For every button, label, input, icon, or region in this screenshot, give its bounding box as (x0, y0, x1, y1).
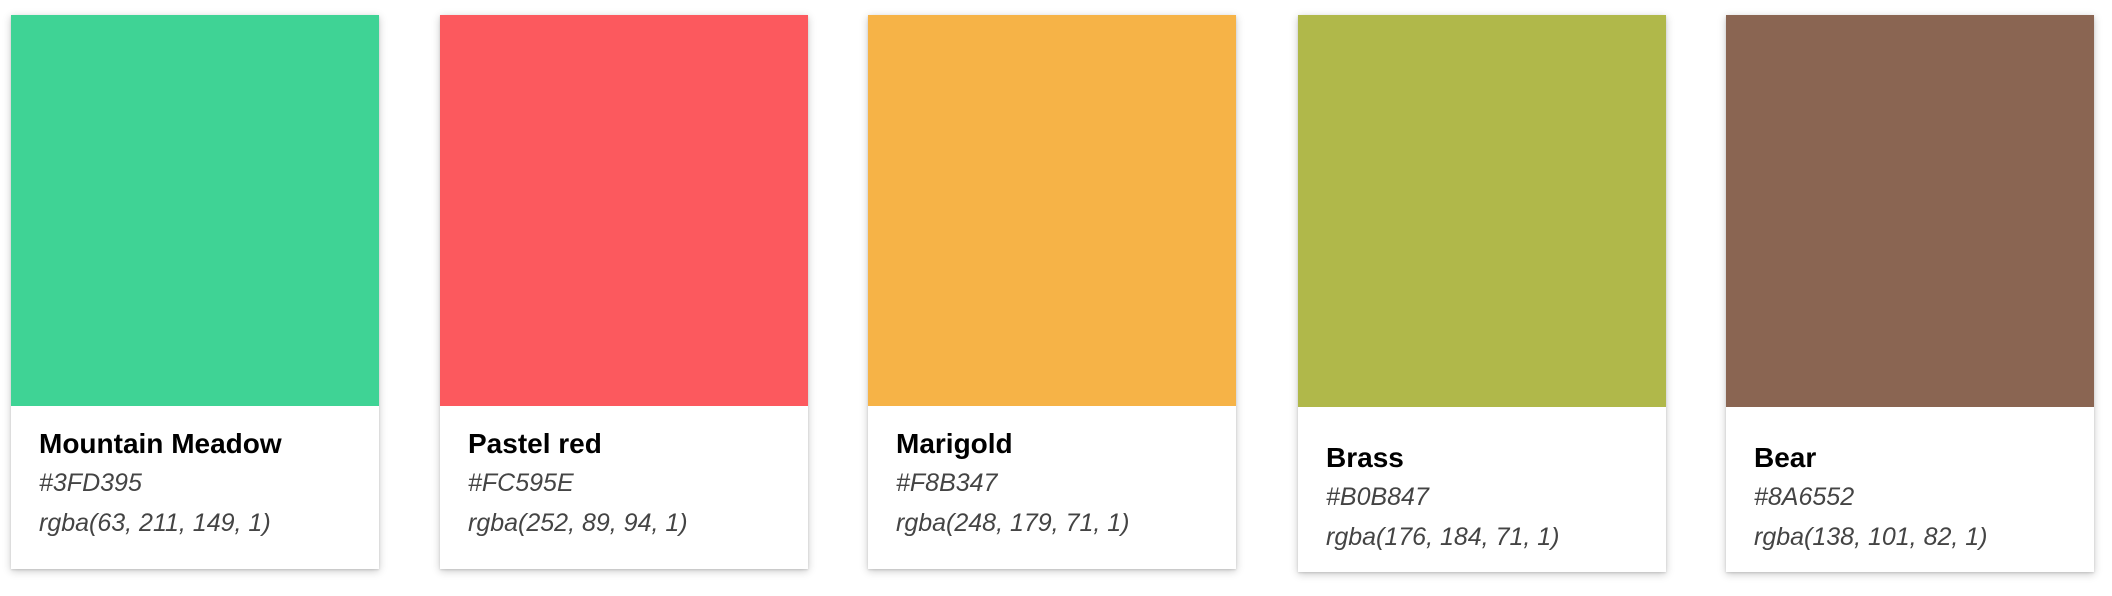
color-hex: #F8B347 (896, 469, 998, 497)
color-rgba: rgba(138, 101, 82, 1) (1754, 523, 1988, 551)
color-info: Mountain Meadow #3FD395 rgba(63, 211, 14… (39, 427, 359, 539)
color-swatch (11, 15, 379, 406)
color-info: Pastel red #FC595E rgba(252, 89, 94, 1) (468, 427, 788, 539)
color-swatch (868, 15, 1236, 406)
color-card-mountain-meadow: Mountain Meadow #3FD395 rgba(63, 211, 14… (11, 15, 379, 569)
color-hex: #8A6552 (1754, 483, 1855, 511)
color-rgba: rgba(176, 184, 71, 1) (1326, 523, 1560, 551)
color-swatch (1298, 15, 1666, 407)
color-hex: #FC595E (468, 469, 574, 497)
color-swatch (440, 15, 808, 406)
color-info: Brass #B0B847 rgba(176, 184, 71, 1) (1326, 441, 1646, 553)
color-hex: #B0B847 (1326, 483, 1429, 511)
color-name: Mountain Meadow (39, 428, 282, 459)
color-card-brass: Brass #B0B847 rgba(176, 184, 71, 1) (1298, 15, 1666, 572)
color-name: Brass (1326, 442, 1404, 473)
color-rgba: rgba(63, 211, 149, 1) (39, 509, 271, 537)
color-name: Bear (1754, 442, 1817, 473)
color-name: Pastel red (468, 428, 602, 459)
color-rgba: rgba(248, 179, 71, 1) (896, 509, 1130, 537)
color-rgba: rgba(252, 89, 94, 1) (468, 509, 688, 537)
color-info: Bear #8A6552 rgba(138, 101, 82, 1) (1754, 441, 2074, 553)
color-name: Marigold (896, 428, 1013, 459)
color-swatch (1726, 15, 2094, 407)
color-card-marigold: Marigold #F8B347 rgba(248, 179, 71, 1) (868, 15, 1236, 569)
color-card-pastel-red: Pastel red #FC595E rgba(252, 89, 94, 1) (440, 15, 808, 569)
color-card-bear: Bear #8A6552 rgba(138, 101, 82, 1) (1726, 15, 2094, 572)
color-info: Marigold #F8B347 rgba(248, 179, 71, 1) (896, 427, 1216, 539)
color-hex: #3FD395 (39, 469, 142, 497)
